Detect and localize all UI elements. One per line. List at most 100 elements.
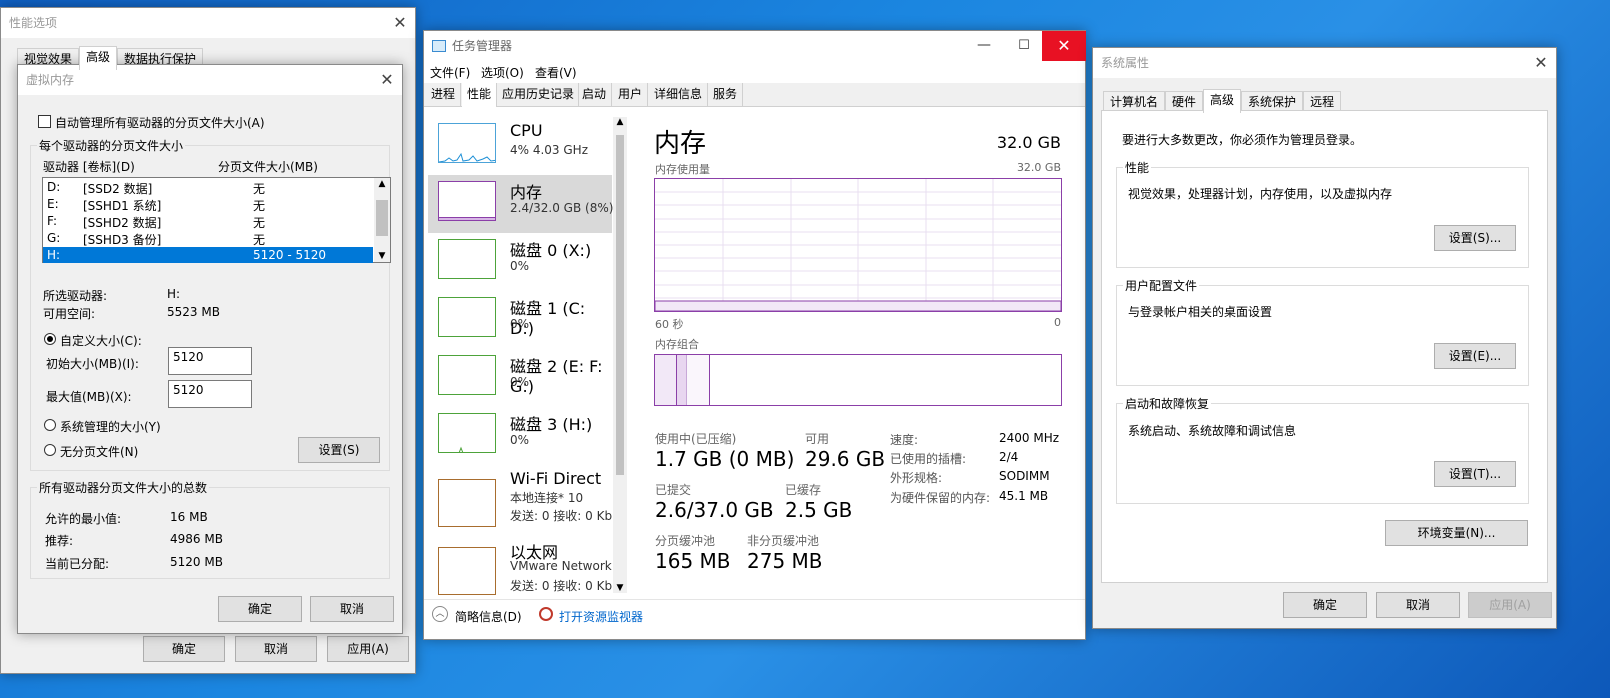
sidebar-item-disk1[interactable]: 磁盘 1 (C: D:) 0% — [428, 291, 612, 349]
free-space-label: 可用空间: — [43, 307, 96, 321]
custom-size-label: 自定义大小(C): — [60, 334, 142, 348]
initial-size-label: 初始大小(MB)(I): — [46, 357, 139, 371]
close-icon[interactable]: ✕ — [1532, 54, 1550, 72]
set-button[interactable]: 设置(S) — [298, 437, 380, 463]
tab-advanced[interactable]: 高级 — [79, 46, 118, 70]
admin-note: 要进行大多数更改，你必须作为管理员登录。 — [1122, 133, 1363, 147]
system-managed-radio[interactable] — [44, 419, 56, 431]
ok-button[interactable]: 确定 — [143, 636, 225, 662]
menu-view[interactable]: 查看(V) — [535, 64, 577, 81]
menu-file[interactable]: 文件(F) — [430, 64, 470, 81]
usage-area — [654, 300, 1062, 312]
system-properties-window: 系统属性 ✕ 计算机名 硬件 高级 系统保护 远程 要进行大多数更改，你必须作为… — [1092, 47, 1557, 629]
user-profiles-settings-button[interactable]: 设置(E)... — [1434, 343, 1516, 369]
minimize-button[interactable]: — — [964, 31, 1004, 61]
column-size-header: 分页文件大小(MB) — [218, 160, 318, 174]
sidebar-item-disk0[interactable]: 磁盘 0 (X:) 0% — [428, 233, 612, 291]
sidebar-item-disk2[interactable]: 磁盘 2 (E: F: G:) 0% — [428, 349, 612, 407]
apply-button[interactable]: 应用(A) — [327, 636, 409, 662]
composition-modified — [677, 355, 687, 405]
sidebar-item-name: Wi-Fi Direct — [510, 469, 602, 488]
list-scrollbar[interactable]: ▲ ▼ — [374, 178, 390, 262]
close-icon[interactable]: ✕ — [391, 14, 409, 32]
environment-variables-button[interactable]: 环境变量(N)... — [1385, 520, 1528, 546]
startup-recovery-settings-button[interactable]: 设置(T)... — [1434, 461, 1516, 487]
group-title: 启动和故障恢复 — [1123, 395, 1212, 412]
fewer-details-icon[interactable]: ︿ — [432, 606, 448, 622]
currently-allocated-value: 5120 MB — [170, 555, 223, 569]
hardware-reserved-label: 为硬件保留的内存: — [890, 491, 991, 505]
close-button[interactable]: ✕ — [1042, 31, 1086, 61]
sidebar-item-value: 0% — [510, 259, 530, 273]
tab-processes[interactable]: 进程 — [426, 83, 462, 107]
tab-system-protection[interactable]: 系统保护 — [1241, 91, 1304, 112]
composition-in-use — [655, 355, 677, 405]
no-paging-file-radio[interactable] — [44, 444, 56, 456]
scroll-down-icon[interactable]: ▼ — [613, 583, 627, 593]
disk-thumbnail — [438, 355, 496, 395]
scroll-up-icon[interactable]: ▲ — [613, 117, 627, 127]
tab-startup[interactable]: 启动 — [577, 83, 613, 107]
scroll-up-icon[interactable]: ▲ — [374, 179, 390, 189]
scroll-down-icon[interactable]: ▼ — [374, 251, 390, 261]
sidebar-item-value: 本地连接* 10 — [510, 491, 584, 505]
cancel-button[interactable]: 取消 — [1376, 592, 1460, 618]
sidebar-item-name: CPU — [510, 121, 543, 140]
maximize-button[interactable]: ☐ — [1004, 31, 1044, 61]
tab-performance[interactable]: 性能 — [462, 83, 498, 107]
list-item-selected[interactable]: H: 5120 - 5120 — [43, 247, 373, 263]
tab-services[interactable]: 服务 — [708, 83, 744, 107]
list-item[interactable]: E: [SSHD1 系统] 无 — [43, 196, 373, 213]
cached-value: 2.5 GB — [785, 498, 853, 522]
tab-computer-name[interactable]: 计算机名 — [1103, 91, 1166, 112]
ok-button[interactable]: 确定 — [218, 596, 302, 622]
open-resource-monitor-link[interactable]: 打开资源监视器 — [559, 608, 643, 625]
tab-details[interactable]: 详细信息 — [649, 83, 709, 107]
apply-button[interactable]: 应用(A) — [1468, 592, 1552, 618]
sidebar-item-value: 4% 4.03 GHz — [510, 143, 589, 157]
menu-options[interactable]: 选项(O) — [481, 64, 524, 81]
initial-size-input[interactable]: 5120 — [168, 347, 252, 375]
network-thumbnail — [438, 547, 496, 595]
min-allowed-value: 16 MB — [170, 510, 208, 524]
dialog-title: 虚拟内存 — [26, 73, 75, 87]
available-label: 可用 — [805, 432, 830, 446]
list-item[interactable]: G: [SSHD3 备份] 无 — [43, 230, 373, 247]
sidebar-item-throughput: 发送: 0 接收: 0 Kbps — [510, 579, 626, 593]
list-item[interactable]: D: [SSD2 数据] 无 — [43, 179, 373, 196]
max-size-input[interactable]: 5120 — [168, 380, 252, 408]
cancel-button[interactable]: 取消 — [235, 636, 317, 662]
title-bar: 系统属性 — [1093, 48, 1556, 78]
fewer-details-link[interactable]: 简略信息(D) — [455, 608, 522, 625]
ok-button[interactable]: 确定 — [1283, 592, 1367, 618]
performance-settings-button[interactable]: 设置(S)... — [1434, 225, 1516, 251]
close-icon[interactable]: ✕ — [378, 71, 396, 89]
list-item[interactable]: F: [SSHD2 数据] 无 — [43, 213, 373, 230]
group-title: 性能 — [1123, 159, 1152, 176]
tab-users[interactable]: 用户 — [613, 83, 649, 107]
sidebar-item-wifi-direct[interactable]: Wi-Fi Direct 本地连接* 10 发送: 0 接收: 0 Kbps — [428, 465, 626, 533]
app-icon — [432, 40, 446, 52]
sidebar-item-ethernet[interactable]: 以太网 VMware Network ... 发送: 0 接收: 0 Kbps — [428, 535, 627, 595]
tab-hardware[interactable]: 硬件 — [1165, 91, 1204, 112]
custom-size-radio[interactable] — [44, 333, 56, 345]
cancel-button[interactable]: 取消 — [310, 596, 394, 622]
memory-total: 32.0 GB — [996, 133, 1061, 152]
committed-label: 已提交 — [655, 483, 692, 497]
disk-thumbnail — [438, 413, 496, 453]
tab-advanced[interactable]: 高级 — [1203, 89, 1242, 113]
form-factor-label: 外形规格: — [890, 471, 943, 485]
drive-list[interactable]: D: [SSD2 数据] 无 E: [SSHD1 系统] 无 F: [SSHD2… — [42, 177, 391, 263]
sidebar-item-memory[interactable]: 内存 2.4/32.0 GB (8%) — [428, 175, 613, 233]
scroll-thumb[interactable] — [616, 135, 624, 475]
sidebar-scrollbar[interactable]: ▲ ▼ — [613, 117, 627, 593]
time-axis-right: 0 — [1054, 316, 1061, 329]
drive-letter: G: — [47, 231, 61, 245]
auto-manage-checkbox[interactable] — [38, 115, 51, 128]
sidebar-item-disk3[interactable]: 磁盘 3 (H:) 0% — [428, 407, 612, 465]
sidebar-item-cpu[interactable]: CPU 4% 4.03 GHz — [428, 117, 612, 175]
in-use-label: 使用中(已压缩) — [655, 432, 737, 446]
scroll-thumb[interactable] — [376, 200, 388, 236]
tab-remote[interactable]: 远程 — [1303, 91, 1342, 112]
tab-app-history[interactable]: 应用历史记录 — [498, 83, 580, 107]
